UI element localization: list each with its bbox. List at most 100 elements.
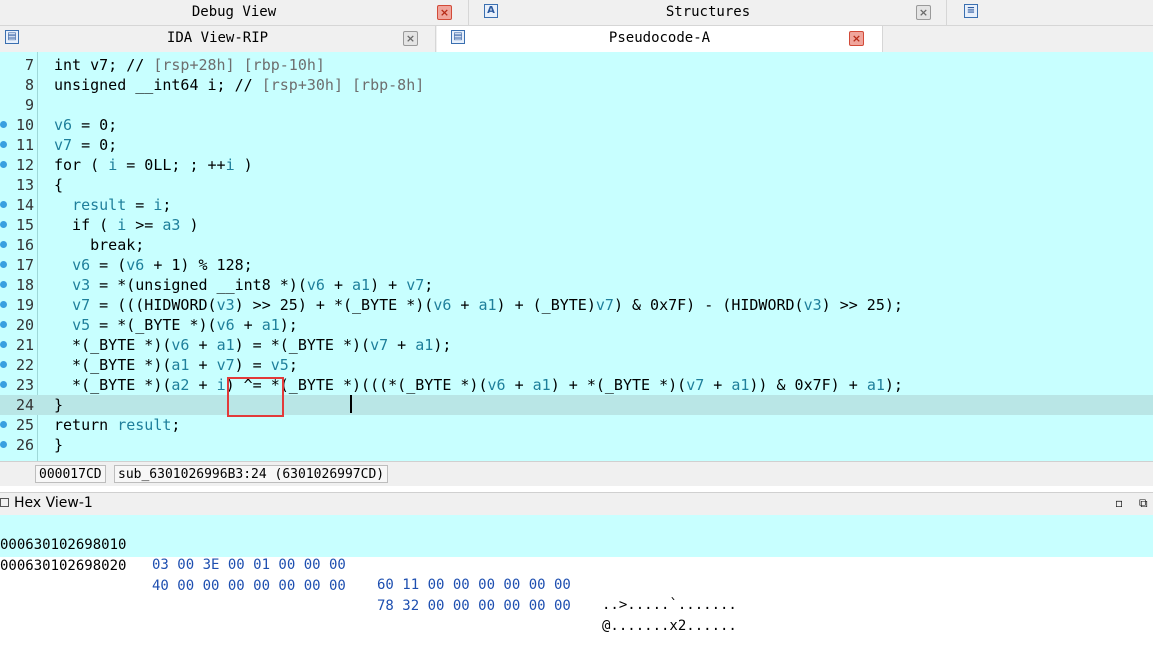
breakpoint-marker-icon[interactable] [0, 141, 7, 148]
code-line[interactable]: 10 v6 = 0; [0, 115, 1153, 135]
code-identifier: v3 [216, 296, 235, 314]
hex-address: 000630102698020 [0, 558, 127, 574]
restore-icon[interactable]: ⧉ [1139, 496, 1148, 511]
code-line[interactable]: 14 result = i; [0, 195, 1153, 215]
code-token: ); [279, 316, 298, 334]
code-token: } [54, 436, 64, 454]
code-line[interactable]: 23 *(_BYTE *)(a2 + i) ^= *(_BYTE *)(((*(… [0, 375, 1153, 395]
breakpoint-marker-icon[interactable] [0, 161, 7, 168]
hex-view-content[interactable]: 000630102698010 03 00 3E 00 01 00 00 00 … [0, 515, 1153, 634]
code-identifier: v6 [54, 116, 73, 134]
code-identifier: v6 [306, 276, 325, 294]
code-token: + [189, 376, 217, 394]
code-text: int v7; // [rsp+28h] [rbp-10h] [54, 55, 325, 75]
code-line[interactable]: 20 v5 = *(_BYTE *)(v6 + a1); [0, 315, 1153, 335]
code-line[interactable]: 12 for ( i = 0LL; ; ++i ) [0, 155, 1153, 175]
code-identifier: a1 [866, 376, 885, 394]
maximize-icon[interactable]: ▫ [1115, 496, 1123, 510]
breakpoint-marker-icon[interactable] [0, 341, 7, 348]
line-number: 26 [15, 436, 34, 454]
breakpoint-marker-icon[interactable] [0, 381, 7, 388]
code-token: ) = *(_BYTE *)( [234, 336, 371, 354]
code-line[interactable]: 19 v7 = (((HIDWORD(v3) >> 25) + *(_BYTE … [0, 295, 1153, 315]
code-line[interactable]: 16 break; [0, 235, 1153, 255]
close-icon[interactable]: × [849, 31, 864, 46]
hex-view-title: Hex View-1 [14, 495, 93, 511]
code-line[interactable]: 26} [0, 435, 1153, 455]
code-identifier: v7 [595, 296, 614, 314]
list-view-icon: ≡ [964, 4, 978, 18]
breakpoint-marker-icon[interactable] [0, 241, 7, 248]
code-token: *(_BYTE *)( [54, 336, 172, 354]
code-identifier: v7 [216, 356, 235, 374]
code-line[interactable]: 8 unsigned __int64 i; // [rsp+30h] [rbp-8… [0, 75, 1153, 95]
hex-view-icon [0, 498, 9, 507]
tab-unnamed[interactable]: ≡ [948, 0, 1153, 25]
status-location: sub_6301026996B3:24 (6301026997CD) [114, 465, 389, 483]
code-text: *(_BYTE *)(a2 + i) ^= *(_BYTE *)(((*(_BY… [54, 375, 903, 395]
code-line[interactable]: 22 *(_BYTE *)(a1 + v7) = v5; [0, 355, 1153, 375]
code-identifier: v6 [126, 256, 145, 274]
code-line[interactable]: 13 { [0, 175, 1153, 195]
line-number: 9 [24, 96, 34, 114]
tab-debug-view[interactable]: Debug View × [0, 0, 469, 25]
line-number: 17 [15, 256, 34, 274]
code-line[interactable]: 11 v7 = 0; [0, 135, 1153, 155]
breakpoint-marker-icon[interactable] [0, 121, 7, 128]
breakpoint-marker-icon[interactable] [0, 421, 7, 428]
close-icon[interactable]: × [916, 5, 931, 20]
code-text: *(_BYTE *)(v6 + a1) = *(_BYTE *)(v7 + a1… [54, 335, 451, 355]
code-identifier: v7 [686, 376, 705, 394]
annotation-highlight-box [227, 377, 284, 417]
pseudocode-editor[interactable]: 7 int v7; // [rsp+28h] [rbp-10h] 8 unsigned… [0, 52, 1153, 461]
hex-bytes-2: 60 11 00 00 00 00 00 00 [377, 577, 571, 593]
tab-ida-view[interactable]: ▤ IDA View-RIP × [0, 26, 436, 52]
code-token: int v7; // [54, 56, 154, 74]
code-text: v6 = (v6 + 1) % 128; [54, 255, 253, 275]
code-line[interactable]: 7 int v7; // [rsp+28h] [rbp-10h] [0, 55, 1153, 75]
hex-ascii: ..>.....`....... [602, 597, 737, 613]
code-line[interactable]: 24} [0, 395, 1153, 415]
breakpoint-marker-icon[interactable] [0, 321, 7, 328]
code-line[interactable]: 18 v3 = *(unsigned __int8 *)(v6 + a1) + … [0, 275, 1153, 295]
breakpoint-marker-icon[interactable] [0, 361, 7, 368]
hex-bytes-1: 40 00 00 00 00 00 00 00 [152, 578, 346, 594]
code-text: v3 = *(unsigned __int8 *)(v6 + a1) + v7; [54, 275, 433, 295]
code-token: ) >> 25); [821, 296, 903, 314]
code-line[interactable]: 15 if ( i >= a3 ) [0, 215, 1153, 235]
code-token: ); [433, 336, 452, 354]
editor-tab-bar: ▤ IDA View-RIP × ▤ Pseudocode-A × [0, 26, 1153, 52]
tab-structures[interactable]: A Structures × [470, 0, 947, 25]
breakpoint-marker-icon[interactable] [0, 201, 7, 208]
code-line[interactable]: 21 *(_BYTE *)(v6 + a1) = *(_BYTE *)(v7 +… [0, 335, 1153, 355]
code-token: + [388, 336, 416, 354]
code-identifier: a1 [731, 376, 750, 394]
code-comment: [rsp+28h] [rbp-10h] [153, 56, 325, 74]
code-token: + [189, 336, 217, 354]
code-line[interactable]: 9 [0, 95, 1153, 115]
code-identifier: a1 [216, 336, 235, 354]
code-text: { [54, 175, 63, 195]
breakpoint-marker-icon[interactable] [0, 281, 7, 288]
close-icon[interactable]: × [403, 31, 418, 46]
code-identifier: a1 [352, 276, 371, 294]
breakpoint-marker-icon[interactable] [0, 261, 7, 268]
code-token: ); [884, 376, 903, 394]
hex-ascii: @.......x2...... [602, 618, 737, 634]
close-icon[interactable]: × [437, 5, 452, 20]
code-line[interactable]: 25 return result; [0, 415, 1153, 435]
hex-row: 000630102698010 03 00 3E 00 01 00 00 00 … [0, 515, 1153, 613]
tab-pseudocode[interactable]: ▤ Pseudocode-A × [437, 26, 883, 52]
hex-bytes-1: 03 00 3E 00 01 00 00 00 [152, 557, 346, 573]
code-identifier: v6 [487, 376, 506, 394]
tab-debug-view-label: Debug View [191, 4, 277, 20]
code-identifier: v6 [72, 256, 91, 274]
breakpoint-marker-icon[interactable] [0, 301, 7, 308]
code-token: ) + *(_BYTE *)( [550, 376, 687, 394]
code-line[interactable]: 17 v6 = (v6 + 1) % 128; [0, 255, 1153, 275]
code-identifier: result [117, 416, 172, 434]
breakpoint-marker-icon[interactable] [0, 441, 7, 448]
breakpoint-marker-icon[interactable] [0, 221, 7, 228]
